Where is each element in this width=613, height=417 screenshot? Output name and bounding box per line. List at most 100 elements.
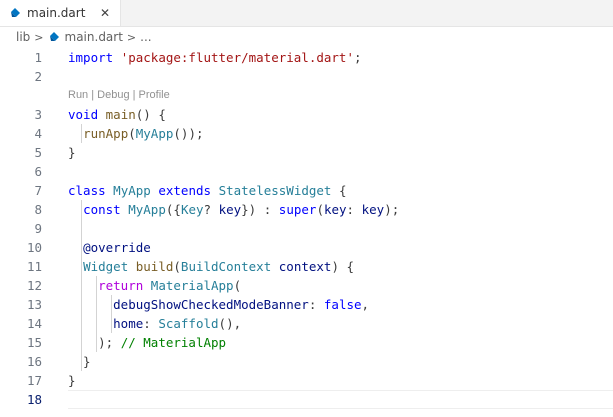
code-line[interactable]: 18 — [0, 390, 613, 409]
code-token: ()); — [173, 126, 204, 141]
code-text: } — [68, 371, 76, 390]
code-line[interactable]: 1 import 'package:flutter/material.dart'; — [0, 48, 613, 67]
code-text: runApp(MyApp()); — [68, 124, 204, 143]
code-token: MyApp — [135, 126, 174, 141]
code-token: : — [143, 316, 159, 331]
line-number: 8 — [34, 202, 42, 217]
dart-icon — [49, 32, 59, 41]
code-token: ? — [203, 202, 219, 217]
code-token: ( — [128, 126, 136, 141]
tab-main-dart[interactable]: main.dart ✕ — [0, 0, 121, 26]
code-line[interactable]: 7 class MyApp extends StatelessWidget { — [0, 181, 613, 200]
breadcrumb-file[interactable]: main.dart — [65, 30, 123, 44]
code-line[interactable]: 6 — [0, 162, 613, 181]
code-text: return MaterialApp( — [68, 276, 241, 295]
code-line[interactable]: 10 @override — [0, 238, 613, 257]
code-line[interactable]: 11 Widget build(BuildContext context) { — [0, 257, 613, 276]
chevron-right-icon: > — [126, 30, 137, 44]
code-line[interactable]: 4 runApp(MyApp()); — [0, 124, 613, 143]
code-token: runApp — [83, 126, 129, 141]
code-text: Widget build(BuildContext context) { — [68, 257, 354, 276]
code-token: { — [331, 183, 347, 198]
code-token: main — [105, 107, 136, 122]
dart-icon — [11, 8, 20, 17]
code-editor[interactable]: Run | Debug | Profile 1 import 'package:fl… — [0, 48, 613, 417]
code-line[interactable]: 16 } — [0, 352, 613, 371]
tab-bar: main.dart ✕ — [0, 0, 613, 27]
code-token: // MaterialApp — [120, 335, 227, 350]
code-token: class — [68, 183, 106, 198]
line-number: 13 — [26, 297, 42, 312]
chevron-right-icon: > — [34, 30, 44, 44]
code-token: void — [68, 107, 99, 122]
code-token: 'package:flutter/material.dart' — [120, 50, 354, 65]
code-line[interactable]: 9 — [0, 219, 613, 238]
code-line[interactable]: 2 — [0, 67, 613, 86]
code-token: key — [361, 202, 385, 217]
code-token: () { — [135, 107, 166, 122]
code-token: ( — [173, 259, 181, 274]
code-token: debugShowCheckedModeBanner — [113, 297, 309, 312]
code-token: ( — [316, 202, 324, 217]
code-token: }) : — [241, 202, 279, 217]
codelens-run-debug-profile[interactable]: Run | Debug | Profile — [68, 87, 170, 103]
code-token: @override — [83, 240, 151, 255]
code-line[interactable]: 15 ); // MaterialApp — [0, 333, 613, 352]
code-token: MyApp — [113, 183, 151, 198]
code-token: , — [361, 297, 370, 312]
line-number: 4 — [34, 126, 42, 141]
code-token: : — [308, 297, 324, 312]
code-token: return — [98, 278, 144, 293]
line-number: 3 — [34, 107, 42, 122]
line-number: 1 — [34, 50, 42, 65]
code-line[interactable]: 3 void main() { — [0, 105, 613, 124]
code-token: : — [346, 202, 362, 217]
code-token: import — [68, 50, 114, 65]
line-number: 18 — [26, 392, 42, 407]
line-number: 15 — [26, 335, 42, 350]
code-line[interactable]: 17} — [0, 371, 613, 390]
tab-label: main.dart — [27, 6, 86, 20]
code-token: MyApp — [128, 202, 166, 217]
code-text: } — [68, 143, 76, 162]
code-token: ) { — [331, 259, 355, 274]
code-line[interactable]: 12 return MaterialApp( — [0, 276, 613, 295]
line-number: 10 — [26, 240, 42, 255]
code-token: extends — [158, 183, 212, 198]
code-token: } — [68, 354, 91, 369]
code-line[interactable]: 8 const MyApp({Key? key}) : super(key: k… — [0, 200, 613, 219]
code-line[interactable]: 13 debugShowCheckedModeBanner: false, — [0, 295, 613, 314]
line-number: 16 — [26, 354, 42, 369]
line-number: 11 — [26, 259, 42, 274]
code-token: key — [218, 202, 242, 217]
code-token: ({ — [165, 202, 181, 217]
code-text: home: Scaffold(), — [68, 314, 241, 333]
breadcrumb-folder[interactable]: lib — [16, 30, 30, 44]
breadcrumb: lib > main.dart > ... — [0, 26, 613, 48]
code-line[interactable]: 5} — [0, 143, 613, 162]
code-token: super — [278, 202, 317, 217]
code-line[interactable]: 14 home: Scaffold(), — [0, 314, 613, 333]
code-token: false — [323, 297, 362, 312]
code-text: import 'package:flutter/material.dart'; — [68, 48, 362, 67]
line-number: 6 — [34, 164, 42, 179]
line-number: 12 — [26, 278, 42, 293]
code-token: const — [83, 202, 121, 217]
code-token: BuildContext — [180, 259, 272, 274]
breadcrumb-symbol[interactable]: ... — [140, 30, 151, 44]
code-text: const MyApp({Key? key}) : super(key: key… — [68, 200, 399, 219]
close-icon[interactable]: ✕ — [100, 6, 110, 20]
code-token: ); — [384, 202, 400, 217]
